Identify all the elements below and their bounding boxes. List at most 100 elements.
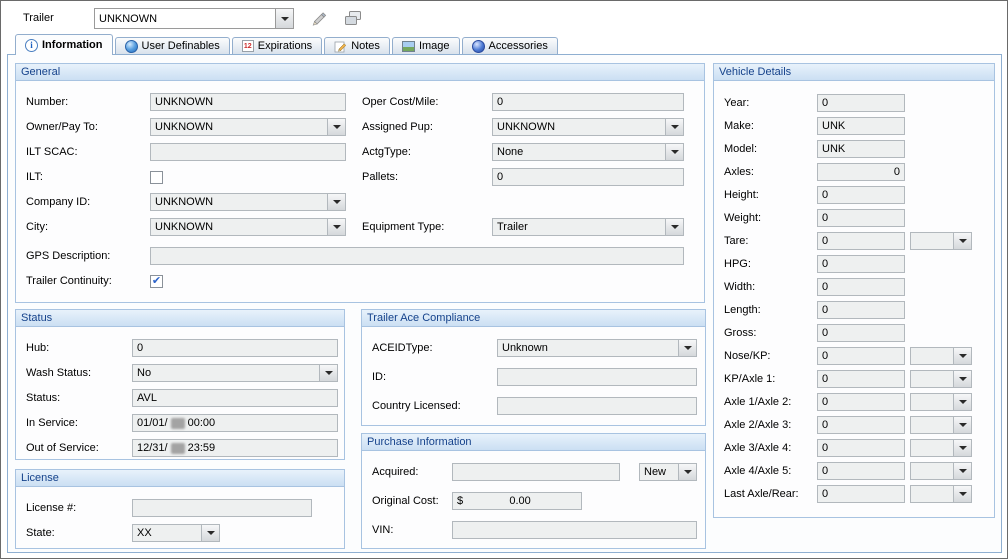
axle-4-axle-5-unit-dropdown[interactable] [910, 462, 972, 480]
tare-field[interactable]: 0 [817, 232, 905, 250]
gross-field[interactable]: 0 [817, 324, 905, 342]
aceid-type-dropdown[interactable]: Unknown [497, 339, 697, 357]
kp-axle-1-unit-dropdown[interactable] [910, 370, 972, 388]
axle-2-axle-3-field[interactable]: 0 [817, 416, 905, 434]
dropdown-arrow-icon [333, 200, 341, 204]
ilt-checkbox[interactable] [150, 171, 163, 184]
axle-4-axle-5-field[interactable]: 0 [817, 462, 905, 480]
dropdown-button[interactable] [953, 394, 971, 410]
width-field[interactable]: 0 [817, 278, 905, 296]
height-field[interactable]: 0 [817, 186, 905, 204]
oper-cost-mile-field[interactable]: 0 [492, 93, 684, 111]
out-of-service-field[interactable]: 12/31/ 23:59 [132, 439, 338, 457]
tab-information[interactable]: i Information [15, 34, 113, 55]
tab-accessories[interactable]: Accessories [462, 37, 558, 54]
dropdown-arrow-icon [684, 470, 692, 474]
dropdown-arrow-icon [207, 531, 215, 535]
ilt-scac-field[interactable] [150, 143, 346, 161]
tab-notes-label: Notes [351, 40, 380, 52]
pallets-field[interactable]: 0 [492, 168, 684, 186]
dropdown-button[interactable] [665, 219, 683, 235]
last-axle-rear-field[interactable]: 0 [817, 485, 905, 503]
vin-label: VIN: [372, 524, 452, 536]
form-row: Owner/Pay To: UNKNOWN [26, 118, 362, 136]
dropdown-button[interactable] [953, 463, 971, 479]
company-id-label: Company ID: [26, 196, 150, 208]
dropdown-button[interactable] [953, 486, 971, 502]
form-row: Axle 4/Axle 5: 0 [724, 462, 984, 480]
trailer-continuity-checkbox[interactable]: ✔ [150, 275, 163, 288]
axle-3-axle-4-unit-dropdown[interactable] [910, 439, 972, 457]
nose-kp-field[interactable]: 0 [817, 347, 905, 365]
form-row: GPS Description: [26, 247, 694, 265]
wash-status-dropdown[interactable]: No [132, 364, 338, 382]
license-number-field[interactable] [132, 499, 312, 517]
form-row: Axle 2/Axle 3: 0 [724, 416, 984, 434]
trailer-combobox[interactable]: UNKNOWN [94, 8, 294, 29]
acquired-condition-dropdown[interactable]: New [639, 463, 697, 481]
dropdown-button[interactable] [275, 9, 293, 28]
gps-description-field[interactable] [150, 247, 684, 265]
dropdown-button[interactable] [665, 144, 683, 160]
year-field[interactable]: 0 [817, 94, 905, 112]
country-licensed-field[interactable] [497, 397, 697, 415]
out-of-service-label: Out of Service: [26, 442, 132, 454]
dropdown-button[interactable] [953, 348, 971, 364]
information-tab-panel: General Number: UNKNOWN Owner/Pay To: UN… [7, 54, 1002, 553]
model-field[interactable]: UNK [817, 140, 905, 158]
axles-field[interactable]: 0 [817, 163, 905, 181]
form-row: Acquired: New [372, 463, 695, 481]
axle-1-axle-2-unit-dropdown[interactable] [910, 393, 972, 411]
status-field[interactable]: AVL [132, 389, 338, 407]
id-field[interactable] [497, 368, 697, 386]
dropdown-button[interactable] [327, 119, 345, 135]
company-id-value: UNKNOWN [151, 194, 327, 210]
tags-icon[interactable] [341, 9, 365, 27]
assigned-pup-dropdown[interactable]: UNKNOWN [492, 118, 684, 136]
acquired-field[interactable] [452, 463, 620, 481]
form-row: ActgType: None [362, 143, 694, 161]
length-field[interactable]: 0 [817, 301, 905, 319]
tab-image[interactable]: Image [392, 37, 460, 54]
last-axle-rear-unit-dropdown[interactable] [910, 485, 972, 503]
state-dropdown[interactable]: XX [132, 524, 220, 542]
equipment-type-dropdown[interactable]: Trailer [492, 218, 684, 236]
dropdown-button[interactable] [327, 219, 345, 235]
tab-expirations[interactable]: 12 Expirations [232, 37, 322, 54]
dropdown-button[interactable] [678, 464, 696, 480]
hub-field[interactable]: 0 [132, 339, 338, 357]
dropdown-button[interactable] [665, 119, 683, 135]
actg-type-dropdown[interactable]: None [492, 143, 684, 161]
axle-3-axle-4-field[interactable]: 0 [817, 439, 905, 457]
dropdown-button[interactable] [953, 440, 971, 456]
dropdown-button[interactable] [953, 371, 971, 387]
tab-user-definables[interactable]: User Definables [115, 37, 230, 54]
original-cost-field[interactable]: $ 0.00 [452, 492, 582, 510]
make-field[interactable]: UNK [817, 117, 905, 135]
vin-field[interactable] [452, 521, 697, 539]
in-service-field[interactable]: 01/01/ 00:00 [132, 414, 338, 432]
company-id-dropdown[interactable]: UNKNOWN [150, 193, 346, 211]
tare-unit-dropdown[interactable] [910, 232, 972, 250]
dropdown-button[interactable] [201, 525, 219, 541]
dropdown-button[interactable] [678, 340, 696, 356]
form-row: Axles: 0 [724, 163, 984, 181]
tab-notes[interactable]: Notes [324, 37, 390, 54]
number-field[interactable]: UNKNOWN [150, 93, 346, 111]
nose-kp-unit-dropdown[interactable] [910, 347, 972, 365]
form-row: Height: 0 [724, 186, 984, 204]
kp-axle-1-field[interactable]: 0 [817, 370, 905, 388]
state-label: State: [26, 527, 132, 539]
dropdown-button[interactable] [327, 194, 345, 210]
city-dropdown[interactable]: UNKNOWN [150, 218, 346, 236]
dropdown-button[interactable] [319, 365, 337, 381]
length-label: Length: [724, 304, 817, 316]
edit-pencil-icon[interactable] [306, 9, 330, 27]
owner-pay-to-dropdown[interactable]: UNKNOWN [150, 118, 346, 136]
weight-field[interactable]: 0 [817, 209, 905, 227]
dropdown-button[interactable] [953, 233, 971, 249]
axle-2-axle-3-unit-dropdown[interactable] [910, 416, 972, 434]
axle-1-axle-2-field[interactable]: 0 [817, 393, 905, 411]
dropdown-button[interactable] [953, 417, 971, 433]
hpg-field[interactable]: 0 [817, 255, 905, 273]
